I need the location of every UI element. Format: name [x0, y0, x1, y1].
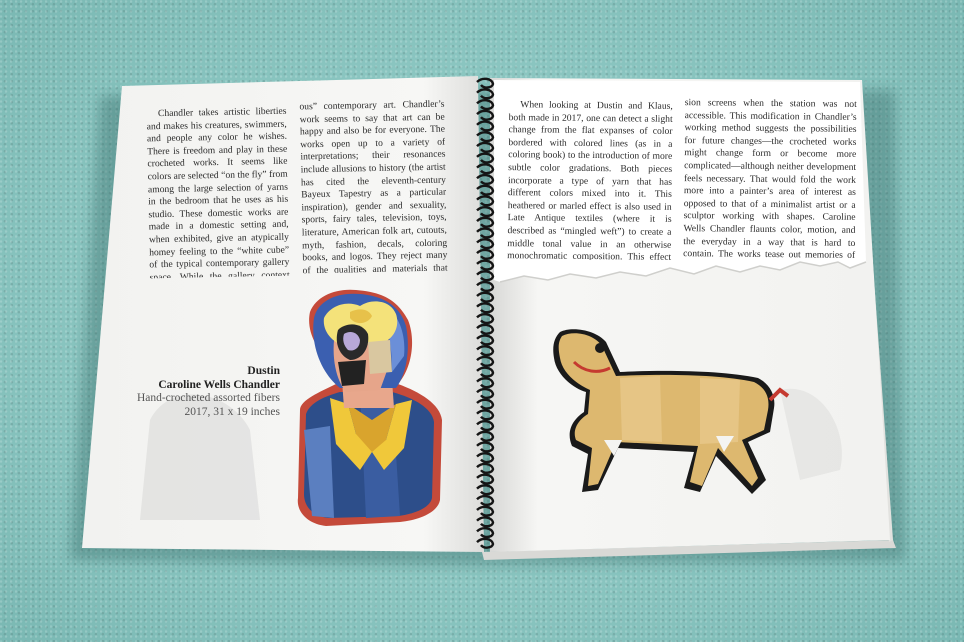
- right-page-column-2: sion screens when the station was not ac…: [683, 97, 857, 259]
- left-page-column-1: Chandler takes artistic liberties and ma…: [146, 105, 290, 279]
- caption-dimensions: 2017, 31 x 19 inches: [184, 405, 280, 418]
- photo-scene: Chandler takes artistic liberties and ma…: [0, 0, 964, 642]
- artwork-caption: Dustin Caroline Wells Chandler Hand-croc…: [128, 365, 280, 419]
- caption-title: Dustin: [247, 365, 280, 377]
- book-illustration: [70, 76, 905, 566]
- left-page-column-2: ous” contemporary art. Chandler’s work s…: [299, 98, 448, 274]
- caption-medium: Hand-crocheted assorted fibers: [136, 392, 280, 404]
- caption-artist: Caroline Wells Chandler: [158, 378, 280, 391]
- right-page-column-1: When looking at Dustin and Klaus, both m…: [507, 99, 673, 261]
